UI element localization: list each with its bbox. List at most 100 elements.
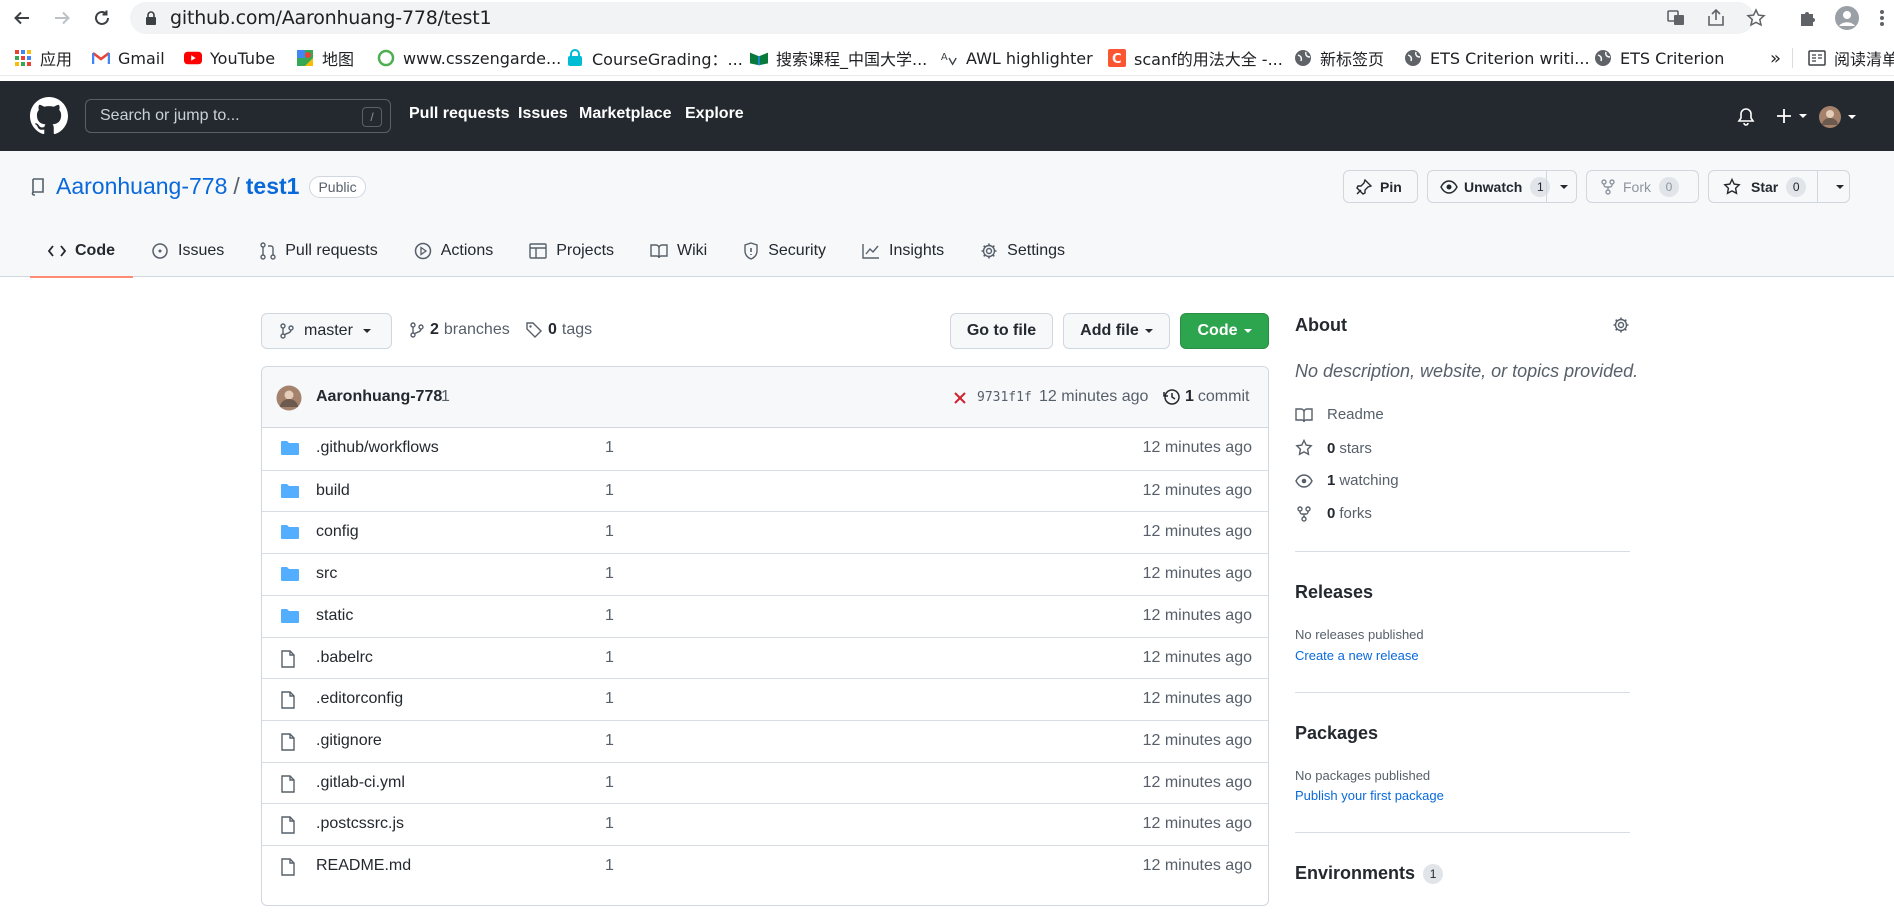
environments-header[interactable]: Environments 1 [1295,863,1444,884]
extensions-button[interactable] [1793,4,1821,32]
address-bar[interactable]: github.com/Aaronhuang-778/test1 [130,2,1754,34]
tab-actions[interactable]: Actions [396,224,511,277]
share-button[interactable] [1702,4,1730,32]
search-input[interactable]: Search or jump to... / [85,99,391,133]
repo-owner-link[interactable]: Aaronhuang-778 [56,173,227,200]
chevron-down-icon[interactable] [1836,185,1844,189]
file-commit-message[interactable]: 1 [605,482,614,500]
packages-title[interactable]: Packages [1295,723,1378,744]
tags-link[interactable]: 0 tags [526,321,592,339]
file-name-link[interactable]: static [316,607,353,625]
tab-wiki[interactable]: Wiki [632,224,725,277]
tab-security[interactable]: Security [725,224,844,277]
file-commit-message[interactable]: 1 [605,607,614,625]
bookmark-mooc[interactable]: 搜索课程_中国大学... [750,47,927,69]
reload-button[interactable] [88,4,116,32]
nav-issues[interactable]: Issues [518,105,568,123]
commit-history-link[interactable]: 1 commit [1163,388,1249,406]
avatar[interactable] [276,385,302,411]
file-name-link[interactable]: build [316,482,350,500]
file-name-link[interactable]: src [316,565,337,583]
bookmark-new-tab[interactable]: 新标签页 [1294,47,1384,69]
tab-pull-requests[interactable]: Pull requests [242,224,396,277]
reading-list-button[interactable]: 阅读清单 [1808,47,1894,69]
chevron-down-icon[interactable] [1560,185,1568,189]
unwatch-button[interactable]: Unwatch 1 [1427,170,1577,203]
user-menu-button[interactable] [1818,105,1856,129]
tab-issues[interactable]: Issues [133,224,242,277]
bookmark-ets-writing[interactable]: ETS Criterion writi... [1404,47,1590,69]
bookmark-awl[interactable]: A AWL highlighter [940,47,1093,69]
tab-projects[interactable]: Projects [511,224,632,277]
file-row[interactable]: static 1 12 minutes ago [262,594,1268,637]
file-name-link[interactable]: .gitignore [316,732,382,750]
file-name-link[interactable]: .editorconfig [316,690,403,708]
file-row[interactable]: .editorconfig 1 12 minutes ago [262,678,1268,720]
add-file-button[interactable]: Add file [1063,313,1170,349]
file-name-link[interactable]: .github/workflows [316,439,439,457]
file-row[interactable]: build 1 12 minutes ago [262,469,1268,512]
file-commit-message[interactable]: 1 [605,649,614,667]
file-row[interactable]: .gitlab-ci.yml 1 12 minutes ago [262,761,1268,804]
create-release-link[interactable]: Create a new release [1295,648,1419,663]
commit-author[interactable]: Aaronhuang-778 [316,388,442,406]
tab-settings[interactable]: Settings [962,224,1083,277]
file-commit-message[interactable]: 1 [605,565,614,583]
bookmarks-overflow-button[interactable]: » [1770,47,1781,69]
branches-link[interactable]: 2 branches [410,321,510,339]
forward-button[interactable] [48,4,76,32]
nav-explore[interactable]: Explore [685,105,744,123]
bookmark-star-button[interactable] [1742,4,1770,32]
browser-menu-button[interactable] [1872,4,1892,32]
file-name-link[interactable]: README.md [316,857,411,875]
x-fail-icon[interactable] [954,392,966,404]
file-row[interactable]: .gitignore 1 12 minutes ago [262,719,1268,762]
file-row[interactable]: src 1 12 minutes ago [262,553,1268,595]
file-commit-message[interactable]: 1 [605,732,614,750]
readme-link[interactable]: Readme [1295,406,1384,423]
repo-name-link[interactable]: test1 [246,173,300,200]
file-name-link[interactable]: .gitlab-ci.yml [316,774,405,792]
bookmark-gmail[interactable]: Gmail [92,47,165,69]
tab-insights[interactable]: Insights [844,224,962,277]
bookmark-maps[interactable]: 地图 [296,47,354,69]
releases-title[interactable]: Releases [1295,582,1373,603]
file-name-link[interactable]: config [316,523,359,541]
back-button[interactable] [8,4,36,32]
branch-select-button[interactable]: master [261,313,392,349]
profile-button[interactable] [1833,4,1861,32]
fork-button[interactable]: Fork 0 [1586,170,1699,203]
gear-icon[interactable] [1612,316,1630,334]
bookmark-csszengarden[interactable]: www.csszengarde... [377,47,561,69]
bookmark-youtube[interactable]: YouTube [184,47,275,69]
file-commit-message[interactable]: 1 [605,815,614,833]
star-button[interactable]: Star 0 [1708,170,1850,203]
file-name-link[interactable]: .babelrc [316,649,373,667]
file-commit-message[interactable]: 1 [605,774,614,792]
create-new-button[interactable] [1775,107,1807,125]
pin-button[interactable]: Pin [1343,170,1418,203]
file-row[interactable]: .babelrc 1 12 minutes ago [262,636,1268,679]
commit-message[interactable]: 1 [441,388,450,406]
file-row[interactable]: .postcssrc.js 1 12 minutes ago [262,803,1268,845]
tab-code[interactable]: Code [30,224,133,278]
bookmark-csdn[interactable]: C scanf的用法大全 -... [1108,47,1283,69]
stars-link[interactable]: 0 stars [1295,439,1372,457]
code-button[interactable]: Code [1180,313,1269,349]
file-commit-message[interactable]: 1 [605,523,614,541]
file-row[interactable]: config 1 12 minutes ago [262,511,1268,553]
bookmark-apps[interactable]: 应用 [14,47,72,69]
nav-pull-requests[interactable]: Pull requests [409,105,509,123]
github-logo-icon[interactable] [30,97,68,135]
publish-package-link[interactable]: Publish your first package [1295,788,1444,803]
watching-link[interactable]: 1 watching [1295,472,1399,489]
go-to-file-button[interactable]: Go to file [950,313,1053,349]
file-row[interactable]: README.md 1 12 minutes ago [262,845,1268,887]
nav-marketplace[interactable]: Marketplace [579,105,672,123]
file-commit-message[interactable]: 1 [605,439,614,457]
commit-sha[interactable]: 9731f1f [977,390,1032,405]
file-commit-message[interactable]: 1 [605,690,614,708]
file-commit-message[interactable]: 1 [605,857,614,875]
forks-link[interactable]: 0 forks [1295,505,1372,522]
bookmark-ets-criterion[interactable]: ETS Criterion [1594,47,1724,69]
